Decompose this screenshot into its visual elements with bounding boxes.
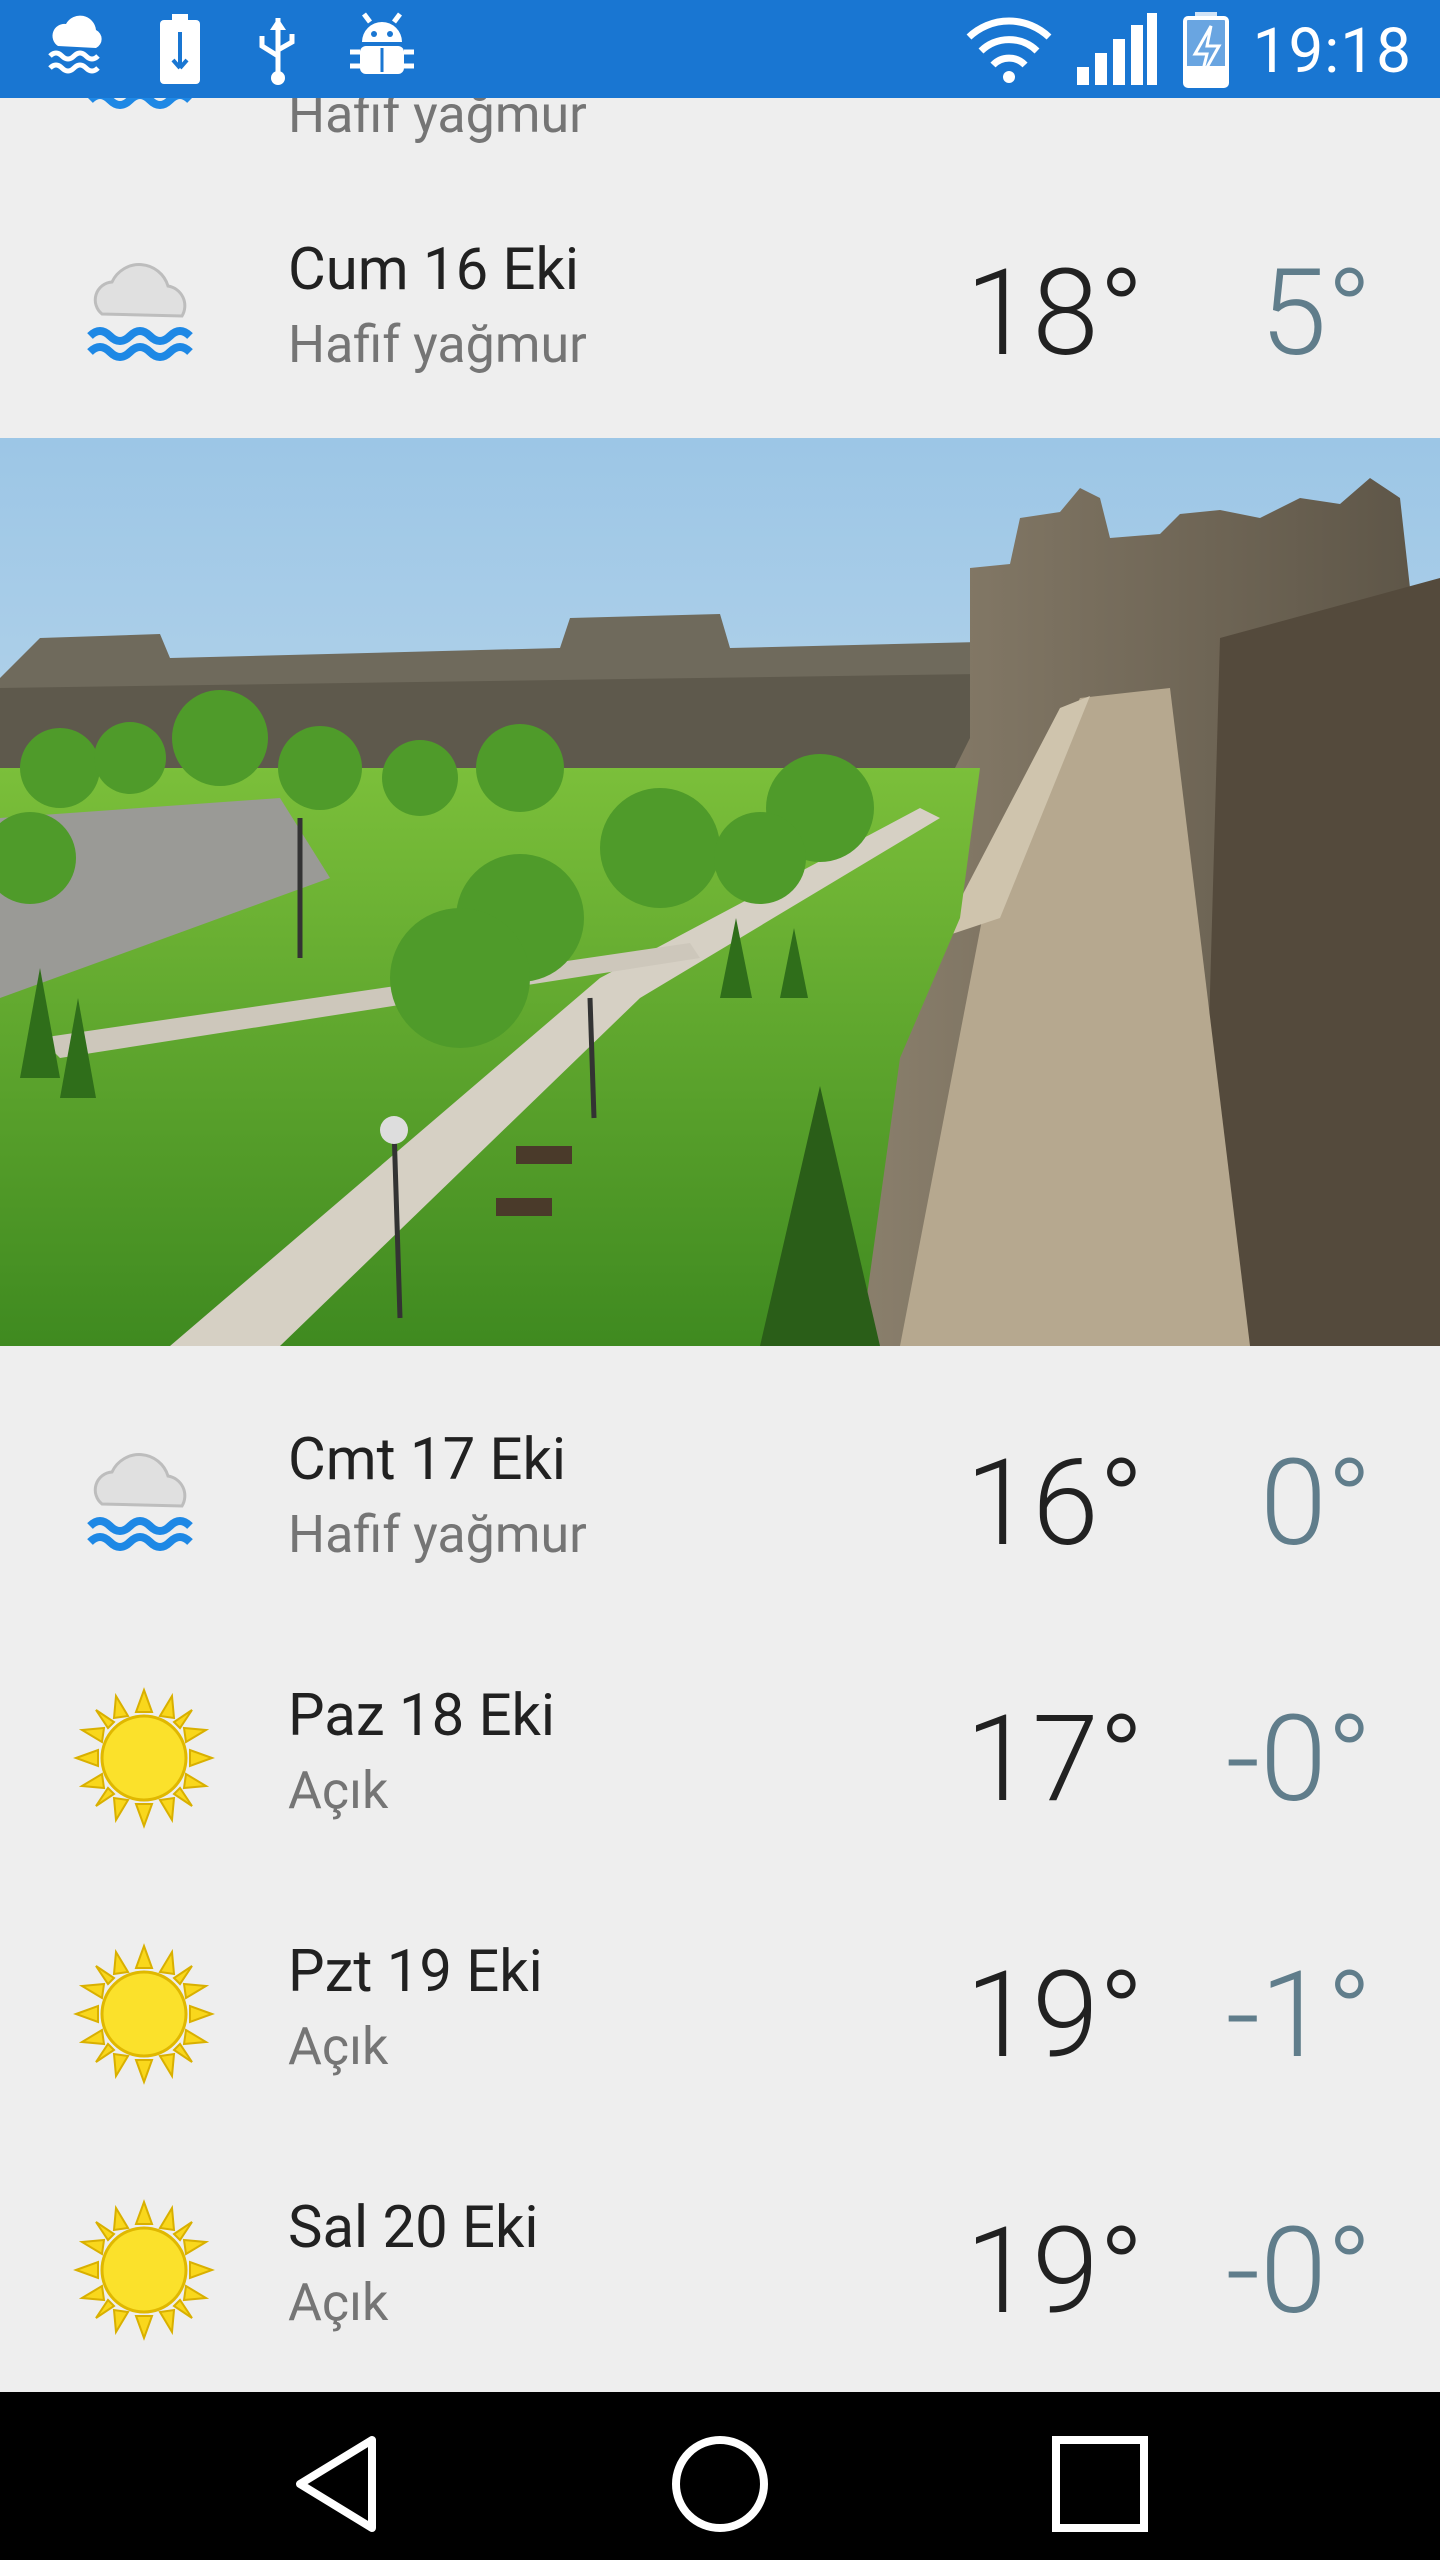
rain-cloud-icon: [72, 240, 216, 384]
forecast-day: Cum 16 Eki: [288, 236, 580, 304]
sun-icon: [72, 1686, 216, 1830]
forecast-row[interactable]: Paz 18 Eki Açık 17° -0°: [0, 1630, 1440, 1886]
forecast-desc: Hafif yağmur: [288, 98, 587, 145]
forecast-high-temp: 17°: [965, 1690, 1144, 1830]
battery-usb-icon: [152, 12, 208, 92]
forecast-day: Cmt 17 Eki: [288, 1426, 567, 1494]
forecast-row-partial[interactable]: Hafif yağmur: [0, 98, 1440, 184]
forecast-row[interactable]: Sal 20 Eki Açık 19° -0°: [0, 2142, 1440, 2392]
forecast-list[interactable]: Hafif yağmur Cum 16 Eki Hafif yağmur 18°…: [0, 98, 1440, 2392]
wifi-icon: [965, 13, 1053, 89]
sun-icon: [72, 1942, 216, 2086]
usb-icon: [248, 12, 308, 92]
status-bar: 19:18: [0, 0, 1440, 98]
android-debug-icon: [348, 12, 416, 92]
forecast-row[interactable]: Pzt 19 Eki Açık 19° -1°: [0, 1886, 1440, 2142]
forecast-day: Pzt 19 Eki: [288, 1938, 543, 2006]
battery-charging-icon: [1181, 10, 1231, 92]
weather-rain-icon: [40, 12, 112, 92]
forecast-desc: Açık: [288, 1760, 389, 1821]
recents-button[interactable]: [1048, 2432, 1152, 2536]
clock: 19:18: [1252, 14, 1412, 88]
forecast-high-temp: 19°: [965, 1946, 1144, 2086]
forecast-day: Sal 20 Eki: [288, 2194, 539, 2262]
forecast-high-temp: 18°: [965, 244, 1144, 384]
forecast-row[interactable]: Cmt 17 Eki Hafif yağmur 16° 0°: [0, 1374, 1440, 1630]
forecast-low-temp: 0°: [1260, 1434, 1372, 1574]
sun-icon: [72, 2198, 216, 2342]
forecast-row[interactable]: Cum 16 Eki Hafif yağmur 18° 5°: [0, 184, 1440, 440]
city-walls-park-photo: [0, 438, 1440, 1346]
forecast-desc: Hafif yağmur: [288, 314, 587, 375]
navigation-bar: [0, 2392, 1440, 2560]
forecast-desc: Açık: [288, 2016, 389, 2077]
forecast-day: Paz 18 Eki: [288, 1682, 556, 1750]
forecast-desc: Açık: [288, 2272, 389, 2333]
cellular-signal-icon: [1075, 11, 1159, 91]
back-button[interactable]: [288, 2432, 392, 2536]
forecast-high-temp: 16°: [965, 1434, 1144, 1574]
forecast-low-temp: 5°: [1260, 244, 1372, 384]
rain-cloud-icon: [72, 1430, 216, 1574]
forecast-low-temp: -0°: [1225, 2202, 1372, 2342]
home-button[interactable]: [668, 2432, 772, 2536]
forecast-low-temp: -1°: [1225, 1946, 1372, 2086]
forecast-high-temp: 19°: [965, 2202, 1144, 2342]
forecast-low-temp: -0°: [1225, 1690, 1372, 1830]
forecast-desc: Hafif yağmur: [288, 1504, 587, 1565]
rain-cloud-icon: [72, 98, 216, 132]
